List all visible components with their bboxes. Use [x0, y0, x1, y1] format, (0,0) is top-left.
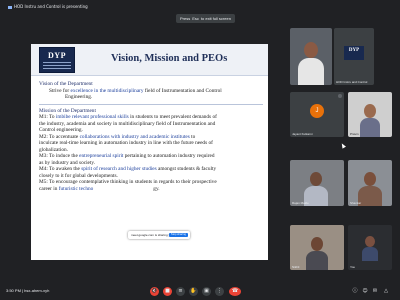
captions-button[interactable]: ≡: [176, 287, 185, 296]
screen-share-bar: meet.google.com is sharing your screen. …: [128, 231, 190, 239]
exit-fullscreen-hint: Press Esc to exit full screen: [176, 14, 235, 23]
bottom-bar: 3:50 PM | hsx-ahem-xyh 🔇 ■ ≡ ✋ ▣ ⋮ ☎ ⓘ ☺…: [0, 280, 400, 300]
mic-toggle-button[interactable]: 🔇: [150, 287, 159, 296]
more-icon: ⋮: [217, 288, 222, 294]
presenting-indicator: HOD Instru and Control is presenting: [8, 4, 88, 9]
hod-logo: DYP: [344, 46, 364, 60]
participant-tile[interactable]: [290, 28, 332, 85]
raise-hand-button[interactable]: ✋: [189, 287, 198, 296]
slide-header: DYP Vision, Mission and PEOs: [31, 44, 268, 76]
camera-toggle-button[interactable]: ■: [163, 287, 172, 296]
participant-tile[interactable]: J Jayant Kulkarni: [290, 92, 344, 137]
mouse-cursor: [340, 142, 346, 149]
mic-off-icon: 🔇: [151, 288, 158, 294]
activities-icon[interactable]: △: [383, 288, 389, 294]
slide-title: Vision, Mission and PEOs: [111, 53, 228, 64]
participant-tile[interactable]: Nikhil: [290, 225, 344, 270]
mic-off-icon: [338, 94, 342, 98]
slide-body: Vision of the Department Strive for exce…: [39, 81, 263, 192]
participant-tile[interactable]: Shankar: [348, 160, 392, 206]
meeting-info: 3:50 PM | hsx-ahem-xyh: [6, 288, 50, 293]
stop-sharing-button[interactable]: Stop sharing: [168, 233, 188, 237]
present-button[interactable]: ▣: [202, 287, 211, 296]
top-bar: HOD Instru and Control is presenting: [0, 0, 400, 14]
participant-tile[interactable]: DYP HOD Instru and Control: [334, 28, 374, 85]
shared-slide: DYP Vision, Mission and PEOs Vision of t…: [31, 44, 268, 260]
captions-icon: ≡: [178, 288, 183, 294]
camera-off-icon: ■: [165, 288, 170, 294]
present-icon: ▣: [204, 288, 209, 294]
leave-call-button[interactable]: ☎: [229, 287, 241, 296]
participant-tile-self[interactable]: You: [348, 225, 392, 270]
institute-logo: DYP: [39, 47, 75, 73]
avatar: J: [310, 104, 324, 118]
presentation-icon: [8, 5, 12, 9]
hand-icon: ✋: [190, 288, 197, 294]
chat-icon[interactable]: ✉: [372, 288, 378, 294]
info-icon[interactable]: ⓘ: [352, 288, 358, 294]
hang-up-icon: ☎: [231, 288, 239, 294]
participant-tile[interactable]: Rajan Malde: [290, 160, 344, 206]
more-options-button[interactable]: ⋮: [215, 287, 224, 296]
divider: [39, 103, 263, 105]
people-icon[interactable]: ☺: [362, 288, 368, 294]
participant-tile[interactable]: Pravin: [348, 92, 392, 137]
